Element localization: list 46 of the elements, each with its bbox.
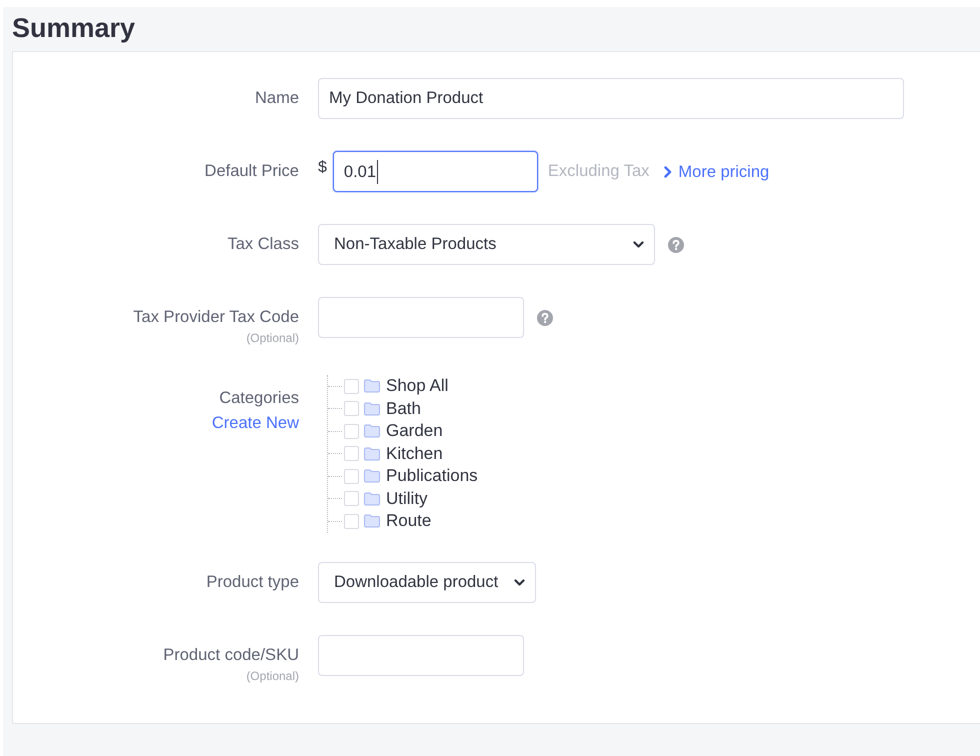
folder-icon bbox=[363, 514, 381, 528]
text-input[interactable] bbox=[318, 297, 524, 338]
folder-icon bbox=[363, 402, 381, 416]
category-checkbox[interactable] bbox=[344, 514, 359, 529]
more-pricing-link[interactable]: More pricing bbox=[664, 162, 770, 182]
field-label: Product type bbox=[206, 572, 299, 592]
optional-hint: (Optional) bbox=[246, 330, 299, 346]
category-checkbox[interactable] bbox=[344, 468, 359, 484]
field-label: Default Price bbox=[204, 161, 299, 181]
text-input[interactable] bbox=[318, 634, 524, 676]
folder-icon bbox=[363, 424, 381, 438]
category-checkbox[interactable] bbox=[344, 446, 359, 462]
chevron-right-icon bbox=[664, 166, 672, 178]
field-label: Product code/SKU bbox=[163, 644, 299, 664]
category-label: Publications bbox=[386, 466, 478, 486]
category-checkbox[interactable] bbox=[344, 401, 359, 416]
select-dropdown[interactable]: Downloadable product bbox=[318, 562, 536, 602]
text-input[interactable]: My Donation Product bbox=[318, 78, 904, 119]
create-new-link[interactable]: Create New bbox=[212, 413, 299, 433]
field-label: Tax Class bbox=[227, 234, 299, 254]
category-label: Route bbox=[386, 511, 432, 532]
category-label: Garden bbox=[386, 421, 443, 442]
category-checkbox[interactable] bbox=[344, 424, 359, 439]
help-icon[interactable] bbox=[537, 310, 553, 326]
field-label: Categories bbox=[219, 388, 299, 408]
optional-hint: (Optional) bbox=[246, 668, 299, 684]
category-checkbox[interactable] bbox=[344, 491, 359, 506]
help-icon[interactable] bbox=[668, 236, 684, 252]
folder-icon bbox=[363, 446, 381, 461]
field-label: Tax Provider Tax Code bbox=[133, 307, 299, 327]
category-checkbox[interactable] bbox=[344, 378, 359, 394]
tax-note: Excluding Tax bbox=[548, 162, 650, 181]
currency-symbol: $ bbox=[318, 158, 327, 177]
select-dropdown[interactable]: Non-Taxable Products bbox=[318, 224, 655, 265]
category-label: Bath bbox=[386, 398, 421, 419]
section-heading: Summary bbox=[12, 12, 136, 45]
folder-icon bbox=[363, 379, 381, 394]
price-input[interactable]: 0.01 bbox=[332, 151, 538, 192]
chevron-down-icon bbox=[633, 241, 644, 248]
chevron-down-icon bbox=[514, 578, 526, 586]
folder-icon bbox=[363, 492, 381, 506]
category-label: Shop All bbox=[386, 376, 448, 396]
field-label: Name bbox=[254, 88, 299, 108]
category-label: Kitchen bbox=[386, 444, 443, 464]
category-label: Utility bbox=[386, 488, 428, 509]
folder-icon bbox=[363, 469, 381, 484]
